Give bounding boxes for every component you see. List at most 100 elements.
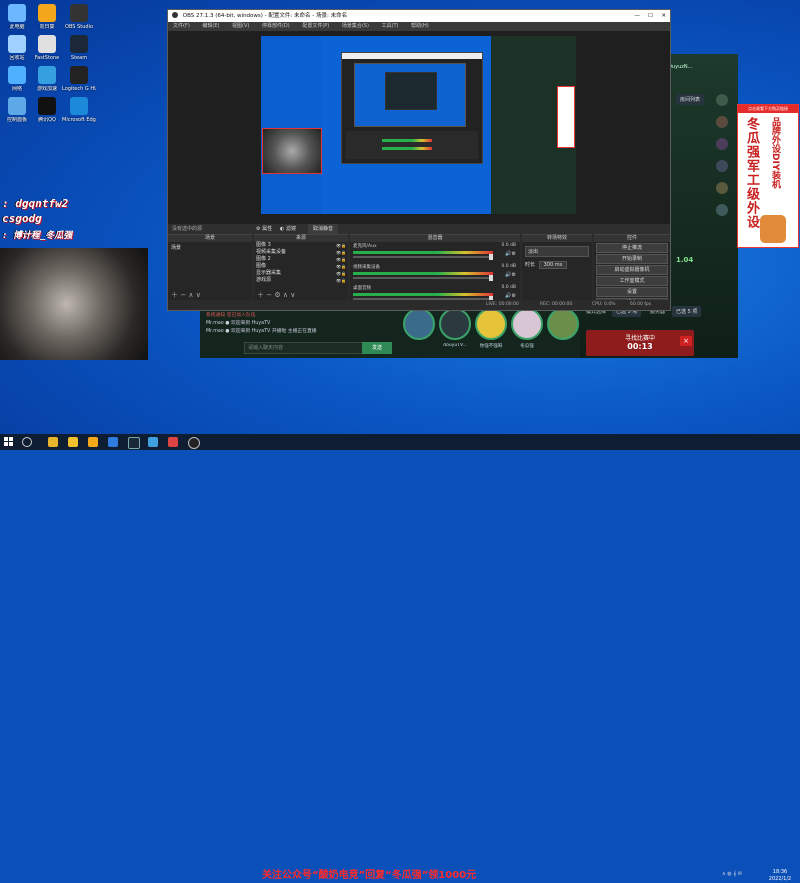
menu-profile[interactable]: 配置文件(P) (302, 23, 329, 29)
desktop-icon[interactable]: 网络 (0, 66, 34, 92)
visibility-lock-icon[interactable]: 👁🔒 (336, 263, 346, 270)
desktop-icon[interactable]: 腾讯QQ (30, 97, 64, 123)
source-item[interactable]: 图像 3 👁🔒 (256, 242, 346, 249)
search-icon[interactable] (22, 437, 32, 447)
lobby-player-slot[interactable]: 你强不强呀 (474, 308, 508, 349)
filters-button[interactable]: ◐ 滤镜 (280, 224, 296, 234)
game-boost-icon[interactable] (148, 437, 158, 447)
source-item[interactable]: 显示器采集 👁🔒 (256, 270, 346, 277)
menu-tools[interactable]: 工具(T) (382, 23, 399, 29)
visibility-lock-icon[interactable]: 👁🔒 (336, 256, 346, 263)
move-down-icon[interactable]: ∨ (196, 291, 201, 299)
move-up-icon[interactable]: ∧ (283, 291, 288, 299)
start-recording-button[interactable]: 开始录制 (596, 254, 668, 264)
chat-input[interactable]: 请输入聊天内容 (244, 342, 365, 354)
lobby-player-slot[interactable]: 冬瓜强 (510, 308, 544, 349)
visibility-lock-icon[interactable]: 👁🔒 (336, 270, 346, 277)
live-status: LIVE: 00:00:00 (486, 302, 519, 307)
desktop-icon[interactable]: Microsoft Edge (62, 97, 96, 123)
remove-icon[interactable]: − (180, 291, 186, 299)
menu-edit[interactable]: 编辑(E) (202, 23, 219, 29)
studio-mode-button[interactable]: 工作室模式 (596, 276, 668, 286)
speaker-gear-icon[interactable]: 🔊⚙ (505, 272, 516, 278)
mute-button[interactable]: 取消静音 (308, 224, 339, 234)
remove-icon[interactable]: − (266, 291, 272, 299)
player-avatar-icon[interactable] (716, 116, 728, 128)
file-explorer-icon[interactable] (68, 437, 78, 447)
visibility-lock-icon[interactable]: 👁🔒 (336, 242, 346, 249)
desktop-icon[interactable]: 回收站 (0, 35, 34, 61)
stop-streaming-button[interactable]: 停止推流 (596, 243, 668, 253)
desktop-icon[interactable]: FastStone (30, 35, 64, 61)
preview-canvas[interactable] (261, 36, 576, 214)
volume-slider[interactable] (353, 275, 493, 281)
player-avatar-icon[interactable] (716, 138, 728, 150)
volume-slider[interactable] (353, 254, 493, 260)
settings-button[interactable]: 设置 (596, 287, 668, 297)
source-item-label: 图像 2 (256, 256, 271, 262)
visibility-lock-icon[interactable]: 👁🔒 (336, 249, 346, 256)
duration-input[interactable]: 300 ms (538, 261, 568, 269)
player-avatar-icon[interactable] (716, 160, 728, 172)
desktop-icon[interactable]: 控制面板 (0, 97, 34, 123)
menu-docks[interactable]: 停靠部件(D) (262, 23, 290, 29)
desktop-icon[interactable]: 向日葵 (30, 4, 64, 30)
desktop-icon[interactable]: 此电脑 (0, 4, 34, 30)
source-item[interactable]: 视频采集设备 👁🔒 (256, 249, 346, 256)
lobby-player-slot[interactable] (402, 308, 436, 343)
selected-source-box[interactable] (262, 128, 322, 174)
lobby-player-slot[interactable]: douyuTV... (438, 308, 472, 348)
player-avatar-icon[interactable] (716, 94, 728, 106)
player-avatar-icon[interactable] (716, 204, 728, 216)
obs-menu-bar: 文件(F) 编辑(E) 视图(V) 停靠部件(D) 配置文件(P) 场景集合(S… (168, 22, 670, 31)
desktop-icon[interactable]: Logitech G HUB (62, 66, 96, 92)
source-item[interactable]: 游戏源 👁🔒 (256, 277, 346, 284)
match-search-box[interactable]: 寻找比赛中 00:13 (586, 330, 694, 356)
gear-icon[interactable]: ⚙ (274, 291, 280, 299)
taskbar-clock[interactable]: 18:36 2022/1/2 (762, 869, 798, 883)
start-virtual-camera-button[interactable]: 启动虚拟摄像机 (596, 265, 668, 275)
cancel-match-close-icon[interactable]: × (680, 336, 692, 346)
desktop-icon[interactable]: OBS Studio (62, 4, 96, 30)
source-item[interactable]: 图像 2 👁🔒 (256, 256, 346, 263)
server-dropdown[interactable]: 已选 5 项 (672, 306, 702, 317)
obs-icon[interactable] (188, 437, 200, 449)
desktop-icon[interactable]: 游戏加速 (30, 66, 64, 92)
channel-db: 0.0 dB (501, 243, 516, 248)
steam-icon[interactable] (128, 437, 140, 449)
slider-handle[interactable] (489, 254, 493, 260)
minimize-button[interactable]: — (635, 10, 641, 22)
add-icon[interactable]: ＋ (171, 291, 178, 299)
obs-preview-area (168, 31, 670, 224)
obs-app-icon (172, 12, 178, 18)
close-button[interactable]: ✕ (661, 10, 666, 22)
slider-handle[interactable] (489, 275, 493, 281)
visibility-lock-icon[interactable]: 👁🔒 (336, 277, 346, 284)
menu-scene-collection[interactable]: 场景集合(S) (342, 23, 369, 29)
speaker-gear-icon[interactable]: 🔊⚙ (505, 293, 516, 299)
speaker-gear-icon[interactable]: 🔊⚙ (505, 251, 516, 257)
player-avatar-icon[interactable] (716, 182, 728, 194)
menu-view[interactable]: 视图(V) (232, 23, 249, 29)
chrome-icon[interactable] (48, 437, 58, 447)
game-score: 1.04 (676, 256, 694, 264)
edge-icon[interactable] (108, 437, 118, 447)
menu-help[interactable]: 帮助(H) (411, 23, 429, 29)
maximize-button[interactable]: ☐ (648, 10, 653, 22)
source-item[interactable]: 图像 👁🔒 (256, 263, 346, 270)
add-icon[interactable]: ＋ (257, 291, 264, 299)
lobby-player-slot[interactable] (546, 308, 580, 343)
sunflower-icon[interactable] (88, 437, 98, 447)
start-windows-icon[interactable] (4, 437, 14, 447)
move-up-icon[interactable]: ∧ (188, 291, 193, 299)
chat-send-button[interactable]: 发送 (362, 342, 392, 354)
move-down-icon[interactable]: ∨ (290, 291, 295, 299)
app-icon[interactable] (168, 437, 178, 447)
room-list-button[interactable]: 房间列表 (676, 94, 705, 105)
system-tray[interactable]: ∧ ◍ 𝄞 ✉ (722, 871, 742, 877)
menu-file[interactable]: 文件(F) (173, 23, 190, 29)
scene-item[interactable]: 场景 (168, 242, 252, 253)
desktop-icon[interactable]: Steam (62, 35, 96, 61)
transition-type-select[interactable]: 淡出 (525, 246, 589, 257)
properties-button[interactable]: ⚙ 属性 (256, 224, 272, 234)
